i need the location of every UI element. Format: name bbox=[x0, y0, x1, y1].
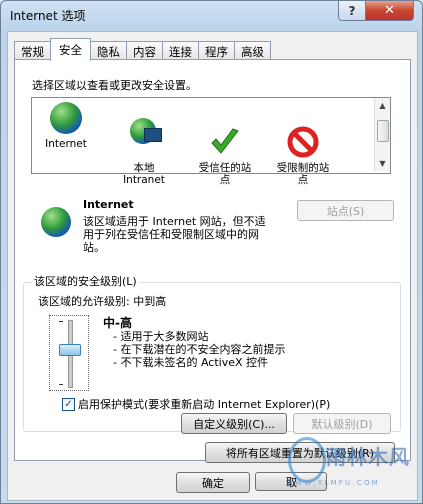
zone-trusted-sites[interactable]: 受信任的站 点 bbox=[190, 102, 260, 186]
security-level-name: 中-高 bbox=[103, 316, 132, 330]
selected-zone-description: 该区域适用于 Internet 网站，但不适用于列在受信任和受限制区域中的网站。 bbox=[83, 215, 266, 254]
tab-privacy[interactable]: 隐私 bbox=[90, 41, 127, 61]
tab-content[interactable]: 内容 bbox=[126, 41, 163, 61]
zone-label: 受信任的站 点 bbox=[198, 162, 252, 186]
zone-restricted-sites[interactable]: 受限制的站 点 bbox=[268, 102, 338, 186]
scroll-up-icon[interactable]: ▲ bbox=[376, 99, 389, 112]
dialog-body: 常规 安全 隐私 内容 连接 程序 高级 选择区域以查看或更改安全设置。 Int… bbox=[7, 31, 418, 501]
globe-icon bbox=[50, 102, 82, 134]
tab-security[interactable]: 安全 bbox=[50, 38, 91, 61]
internet-options-window: Internet 选项 ? ✕ 常规 安全 隐私 内容 连接 程序 高级 选择区… bbox=[0, 0, 423, 504]
level-bullet: - 不下载未签名的 ActiveX 控件 bbox=[113, 356, 269, 369]
zone-label: Internet bbox=[45, 138, 87, 150]
zone-list[interactable]: Internet 本地 Intranet 受信任的站 点 受限制的站 点 ▲ ▼ bbox=[31, 97, 391, 186]
restricted-icon bbox=[287, 114, 319, 158]
level-bullet: - 适用于大多数网站 bbox=[113, 330, 209, 343]
protected-mode-label[interactable]: 启用保护模式(要求重新启动 Internet Explorer)(P) bbox=[78, 396, 330, 412]
security-level-group-label: 该区域的安全级别(L) bbox=[32, 273, 139, 289]
tab-general[interactable]: 常规 bbox=[14, 41, 51, 61]
protected-mode-checkbox[interactable]: ✓ bbox=[62, 398, 75, 411]
selected-zone-name: Internet bbox=[83, 198, 134, 211]
zone-label: 受限制的站 点 bbox=[276, 162, 330, 186]
security-level-slider[interactable] bbox=[49, 315, 89, 391]
allowed-level-label: 该区域的允许级别: 中到高 bbox=[38, 295, 167, 308]
custom-level-button[interactable]: 自定义级别(C)... bbox=[181, 413, 287, 434]
intranet-icon bbox=[128, 114, 162, 146]
watermark-logo: 雨林木风 W W W . Y L M F U . C O M bbox=[282, 435, 422, 495]
slider-handle[interactable] bbox=[59, 344, 81, 356]
close-button[interactable]: ✕ bbox=[365, 1, 414, 21]
watermark-brand: 雨林木风 bbox=[326, 445, 410, 469]
help-button[interactable]: ? bbox=[338, 1, 366, 21]
scroll-down-icon[interactable]: ▼ bbox=[376, 157, 389, 170]
selected-zone-globe-icon bbox=[41, 207, 71, 237]
zone-list-scrollbar[interactable]: ▲ ▼ bbox=[374, 98, 390, 171]
zone-local-intranet[interactable]: 本地 Intranet bbox=[112, 102, 176, 186]
zone-prompt: 选择区域以查看或更改安全设置。 bbox=[32, 79, 197, 92]
zone-label: 本地 Intranet bbox=[123, 162, 165, 186]
tab-connections[interactable]: 连接 bbox=[162, 41, 199, 61]
tab-strip: 常规 安全 隐私 内容 连接 程序 高级 bbox=[14, 38, 271, 61]
security-level-bullets: - 适用于大多数网站 - 在下载潜在的不安全内容之前提示 - 不下载未签名的 A… bbox=[113, 330, 285, 369]
security-tab-panel: 选择区域以查看或更改安全设置。 Internet 本地 Intranet 受信任… bbox=[14, 59, 411, 463]
ok-button[interactable]: 确定 bbox=[176, 472, 250, 493]
checkmark-icon bbox=[209, 114, 241, 154]
zone-internet[interactable]: Internet bbox=[38, 102, 94, 150]
sites-button[interactable]: 站点(S) bbox=[297, 200, 394, 221]
level-bullet: - 在下载潜在的不安全内容之前提示 bbox=[113, 343, 286, 356]
tab-programs[interactable]: 程序 bbox=[198, 41, 235, 61]
scroll-thumb[interactable] bbox=[377, 120, 389, 142]
title-bar[interactable]: Internet 选项 ? ✕ bbox=[1, 1, 422, 29]
default-level-button[interactable]: 默认级别(D) bbox=[293, 413, 391, 434]
window-title: Internet 选项 bbox=[10, 9, 86, 23]
watermark-url: W W W . Y L M F U . C O M bbox=[286, 479, 378, 487]
tab-advanced[interactable]: 高级 bbox=[234, 41, 271, 61]
